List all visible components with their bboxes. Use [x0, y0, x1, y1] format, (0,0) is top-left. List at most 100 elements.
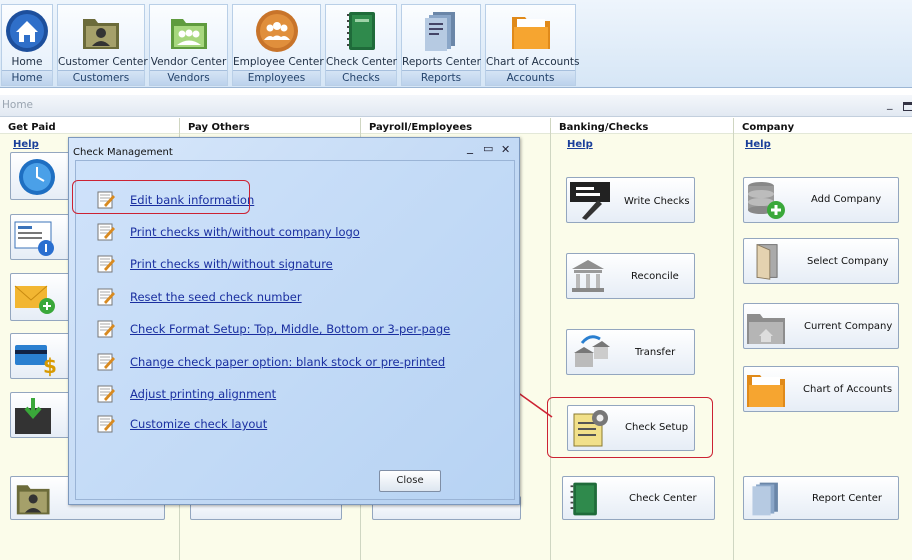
- help-link[interactable]: Help: [567, 139, 593, 150]
- close-button[interactable]: Close: [379, 470, 441, 492]
- clock-icon: [19, 159, 55, 195]
- button-label: Transfer: [635, 347, 676, 358]
- notepad-icon: [97, 288, 115, 306]
- edit-bank-information-highlight: [72, 180, 250, 214]
- reports-icon: [752, 482, 778, 516]
- home-icon: [6, 10, 48, 52]
- column-title: Company: [734, 118, 912, 134]
- button-label: Write Checks: [624, 196, 690, 207]
- option-link[interactable]: Adjust printing alignment: [130, 387, 276, 401]
- reconcile-button[interactable]: Reconcile: [566, 253, 695, 299]
- customer-folder-icon: [83, 19, 119, 49]
- button-label: Add Company: [811, 194, 882, 205]
- column-title: Get Paid: [0, 118, 179, 134]
- download-folder-icon: [15, 398, 51, 434]
- help-link[interactable]: Help: [745, 139, 771, 150]
- credit-card-icon: $: [15, 345, 57, 377]
- option-link[interactable]: Reset the seed check number: [130, 290, 302, 304]
- button-label: Current Company: [804, 321, 893, 332]
- svg-text:$: $: [43, 354, 57, 377]
- notepad-icon: [97, 223, 115, 241]
- ribbon-button-label: Reports Center: [402, 56, 481, 68]
- ribbon-customer-center-button[interactable]: Customer Center Customers: [57, 4, 148, 86]
- ribbon-button-label: Customer Center: [58, 56, 148, 68]
- company-folder-icon: [747, 314, 785, 344]
- employees-icon: [255, 10, 298, 52]
- bank-icon: [572, 260, 604, 292]
- customer-folder-icon: [16, 485, 50, 515]
- ribbon-button-label: Vendor Center: [150, 56, 227, 68]
- home-tab-title: Home: [2, 99, 34, 111]
- dialog-minimize-button[interactable]: _: [467, 140, 473, 154]
- ribbon-group-label: Customers: [58, 70, 144, 85]
- open-door-icon: [756, 243, 778, 280]
- ribbon-group-label: Employees: [233, 70, 320, 85]
- get-paid-card-2[interactable]: [10, 214, 70, 260]
- select-company-button[interactable]: Select Company: [743, 238, 899, 284]
- column-title: Banking/Checks: [551, 118, 733, 134]
- help-link[interactable]: Help: [13, 139, 39, 150]
- write-checks-icon: [570, 182, 610, 220]
- option-link[interactable]: Print checks with/without signature: [130, 257, 333, 271]
- write-checks-button[interactable]: Write Checks: [566, 177, 695, 223]
- option-link[interactable]: Change check paper option: blank stock o…: [130, 355, 445, 369]
- button-label: Report Center: [812, 493, 882, 504]
- button-label: Check Center: [629, 493, 697, 504]
- get-paid-card-5[interactable]: [10, 392, 70, 438]
- ribbon-check-center-button[interactable]: Check Center Checks: [325, 4, 397, 86]
- notepad-icon: [97, 353, 115, 371]
- report-center-button[interactable]: Report Center: [743, 476, 899, 520]
- ribbon-home-button[interactable]: Home Home: [1, 4, 53, 86]
- home-tab-bar: Home _: [0, 95, 912, 117]
- column-title: Pay Others: [180, 118, 360, 134]
- current-company-button[interactable]: Current Company: [743, 303, 899, 349]
- transfer-icon: [574, 335, 610, 367]
- button-label: Reconcile: [631, 271, 679, 282]
- ribbon-group-label: Vendors: [150, 70, 227, 85]
- dialog-maximize-button[interactable]: ▭: [483, 142, 493, 155]
- add-database-icon: [748, 182, 785, 219]
- accounts-folder-icon: [511, 17, 550, 49]
- ribbon-employee-center-button[interactable]: Employee Center Employees: [232, 4, 324, 86]
- button-label: Select Company: [807, 256, 889, 267]
- notepad-icon: [97, 385, 115, 403]
- button-label: Chart of Accounts: [803, 384, 893, 395]
- dialog-title: Check Management: [73, 147, 173, 158]
- minimize-button[interactable]: _: [887, 97, 893, 110]
- option-link[interactable]: Check Format Setup: Top, Middle, Bottom …: [130, 322, 450, 336]
- envelope-add-icon: [14, 285, 55, 314]
- ribbon-button-label: Chart of Accounts: [486, 56, 580, 68]
- accounts-folder-icon: [747, 375, 785, 407]
- ribbon-vendor-center-button[interactable]: Vendor Center Vendors: [149, 4, 228, 86]
- ribbon-group-label: Checks: [326, 70, 396, 85]
- vendor-folder-icon: [170, 19, 207, 49]
- get-paid-card-3[interactable]: [10, 273, 70, 321]
- add-company-button[interactable]: Add Company: [743, 177, 899, 223]
- column-title: Payroll/Employees: [361, 118, 550, 134]
- invoice-icon: [14, 221, 54, 256]
- notepad-icon: [97, 415, 115, 433]
- notepad-icon: [97, 320, 115, 338]
- reports-icon: [425, 12, 455, 51]
- notepad-icon: [97, 255, 115, 273]
- ribbon-group-label: Reports: [402, 70, 480, 85]
- ribbon-chart-of-accounts-button[interactable]: Chart of Accounts Accounts: [485, 4, 580, 86]
- ribbon-button-label: Home: [11, 56, 43, 68]
- check-center-button[interactable]: Check Center: [562, 476, 715, 520]
- checkbook-icon: [570, 482, 597, 516]
- get-paid-card-4[interactable]: $: [10, 333, 70, 379]
- chart-of-accounts-button[interactable]: Chart of Accounts: [743, 366, 899, 412]
- checkbook-icon: [347, 12, 375, 50]
- option-link[interactable]: Customize check layout: [130, 417, 267, 431]
- ribbon-button-label: Employee Center: [233, 56, 324, 68]
- dialog-close-button[interactable]: ✕: [501, 143, 510, 156]
- ribbon: Home Home Customer Center Customers Vend…: [0, 0, 912, 88]
- check-setup-highlight: [547, 397, 713, 458]
- ribbon-group-label: Home: [2, 70, 52, 85]
- ribbon-reports-center-button[interactable]: Reports Center Reports: [401, 4, 481, 86]
- maximize-button[interactable]: [903, 102, 912, 111]
- get-paid-card-1[interactable]: [10, 152, 70, 200]
- ribbon-button-label: Check Center: [326, 56, 397, 68]
- option-link[interactable]: Print checks with/without company logo: [130, 225, 360, 239]
- transfer-button[interactable]: Transfer: [566, 329, 695, 375]
